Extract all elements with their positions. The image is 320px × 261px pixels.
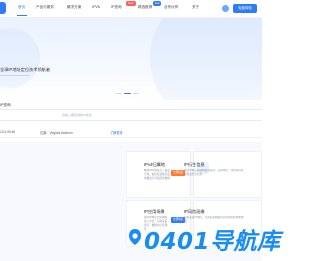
nav-active-underline [17,15,27,16]
hero-title: 全球IP地址定位技术领航者 [0,67,51,72]
carousel-dot-active[interactable] [124,93,131,95]
nav-item-about[interactable]: 关于 [192,5,199,10]
logo-icon[interactable] [0,2,6,14]
watermark-logo-icon [129,229,141,245]
carousel-dot[interactable] [133,93,139,95]
ip-search-placeholder: 请输入要查询的IP地址 [62,113,92,117]
product-title: IP应用场景 [144,209,165,214]
top-nav: 首页 产品与服务 解决方案 IPV6 IP查询 New 精选推荐 Hot 合作伙… [0,0,262,18]
watermark-text: 0401导航库 [144,229,281,255]
product-title: IPv4归属地 [144,162,165,167]
learn-more-link[interactable]: 了解更多 [110,130,123,135]
nav-item-featured[interactable]: 精选推荐 [138,5,152,10]
product-card-derived-info[interactable]: IP衍生信息 通过IP地址获取网络运营商、应用场景、风险评估等多维度衍生信息 [184,151,262,198]
carousel-dot[interactable] [116,93,122,95]
nav-item-products[interactable]: 产品与服务 [36,5,54,10]
product-title: IP衍生信息 [184,162,205,167]
hero-banner: 全球IP地址定位技术领航者 [0,18,262,100]
nav-item-solutions[interactable]: 解决方案 [67,5,81,10]
ip-search-input[interactable] [0,109,262,121]
hero-divider [0,75,30,76]
watermark: 0401导航库 [128,222,280,255]
hero-decoration [0,28,40,88]
product-card-ipv4[interactable]: IPv4归属地 精准IPv4地址库，覆盖全球，提供街道级别定位精度与行政区划数据… [126,151,191,198]
product-title: IP风险画像 [184,209,205,214]
hero-decoration [150,18,262,100]
free-trial-button[interactable]: 免费体验 [233,4,257,13]
product-desc: 通过IP地址获取网络运营商、应用场景、风险评估等多维度衍生信息 [184,169,244,176]
hot-badge: Hot [153,1,162,6]
ip-address: 13.4.99.46 [0,130,16,134]
nav-item-home[interactable]: 首页 [18,5,25,10]
new-badge: New [126,1,136,6]
ip-location: 位置：Virginia Ashburn [40,131,73,135]
product-desc: 精准IPv4地址库，覆盖全球，提供街道级别定位精度与行政区划数据 [144,169,170,180]
user-avatar-icon[interactable] [222,5,229,12]
ip-query-label: IP查询 [0,103,11,107]
nav-item-partners[interactable]: 合作伙伴 [164,5,178,10]
nav-item-ipv6[interactable]: IPV6 [92,5,100,9]
nav-item-ip-query[interactable]: IP查询 [111,5,122,10]
